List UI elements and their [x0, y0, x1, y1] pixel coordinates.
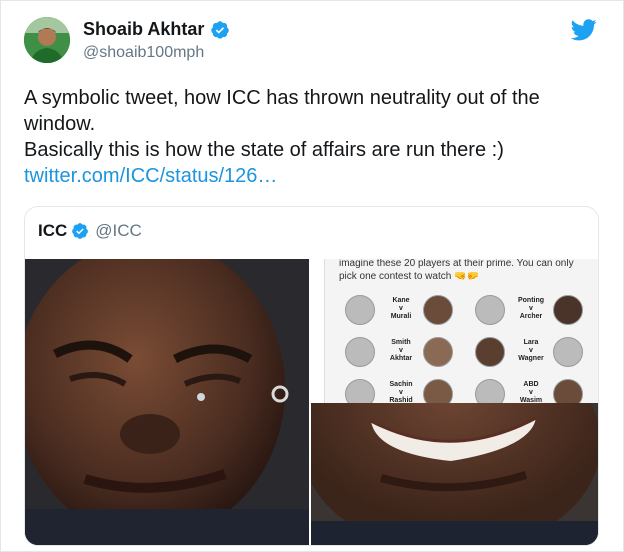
media-matchups-graphic[interactable]: imagine these 20 players at their prime.… [324, 259, 598, 405]
tweet-link[interactable]: twitter.com/ICC/status/126… [24, 163, 594, 189]
twitter-bird-icon[interactable] [571, 19, 597, 41]
author-handle[interactable]: @shoaib100mph [83, 44, 204, 62]
tweet-text-line: A symbolic tweet, how ICC has thrown neu… [24, 87, 540, 109]
verified-badge-icon [211, 20, 230, 39]
matchup-item: Lara v Wagner [475, 333, 587, 371]
matchup-item: Sachin v Rashid [345, 375, 457, 405]
matchup-item: ABD v Wasim [475, 375, 587, 405]
media-photo-smiling-man[interactable] [311, 403, 598, 545]
graphic-intro-text: imagine these 20 players at their prime.… [339, 259, 574, 282]
author-display-name[interactable]: Shoaib Akhtar [83, 19, 204, 40]
quoted-media[interactable]: imagine these 20 players at their prime.… [25, 259, 598, 545]
verified-badge-icon [72, 223, 89, 239]
matchup-item: Ponting v Archer [475, 291, 587, 329]
tweet-card: Shoaib Akhtar @shoaib100mph A symbolic t… [0, 0, 624, 552]
matchup-item: Smith v Akhtar [345, 333, 457, 371]
matchups-grid: Kane v Murali Ponting v Archer Smith v Akhta [345, 291, 590, 405]
matchup-item: Kane v Murali [345, 291, 457, 329]
quoted-tweet-header: ICC @ICC [38, 221, 142, 241]
quoted-handle[interactable]: @ICC [95, 221, 142, 241]
tweet-text-line: Basically this is how the state of affai… [24, 139, 504, 161]
tweet-text: A symbolic tweet, how ICC has thrown neu… [24, 85, 594, 189]
tweet-text-line: window. [24, 113, 96, 135]
quoted-display-name[interactable]: ICC [38, 221, 67, 241]
media-photo-crying-man[interactable] [25, 259, 309, 545]
author-avatar[interactable] [24, 17, 70, 63]
quoted-tweet[interactable]: ICC @ICC imagine these 20 players at the… [24, 206, 599, 546]
author-name-row: Shoaib Akhtar [83, 19, 230, 40]
